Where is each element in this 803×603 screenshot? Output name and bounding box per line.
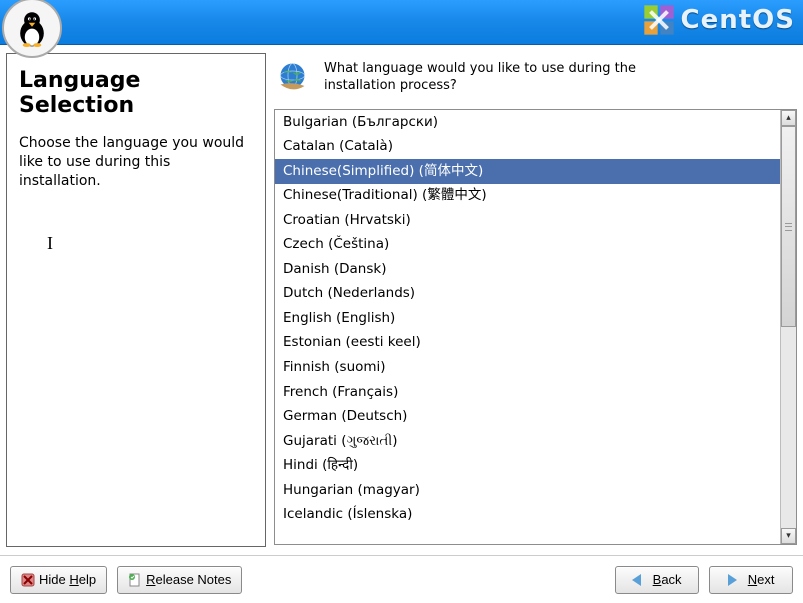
centos-logo-icon xyxy=(643,4,675,36)
scrollbar[interactable]: ▴ ▾ xyxy=(780,110,796,544)
language-option[interactable]: Dutch (Nederlands) xyxy=(275,282,780,307)
globe-icon xyxy=(276,59,312,95)
brand-area: CentOS xyxy=(643,4,795,36)
language-option[interactable]: Chinese(Traditional) (繁體中文) xyxy=(275,184,780,209)
release-notes-button[interactable]: Release Notes xyxy=(117,566,242,594)
language-option[interactable]: Croatian (Hrvatski) xyxy=(275,208,780,233)
language-option[interactable]: Finnish (suomi) xyxy=(275,355,780,380)
arrow-left-icon xyxy=(632,574,641,586)
scroll-track[interactable] xyxy=(781,126,796,528)
language-option[interactable]: Chinese(Simplified) (简体中文) xyxy=(275,159,780,184)
prompt-row: What language would you like to use duri… xyxy=(274,53,797,109)
arrow-right-icon xyxy=(728,574,737,586)
next-button[interactable]: Next xyxy=(709,566,793,594)
hide-help-icon xyxy=(21,573,35,587)
scroll-down-button[interactable]: ▾ xyxy=(781,528,796,544)
main-content: Language Selection Choose the language y… xyxy=(0,45,803,555)
prompt-text: What language would you like to use duri… xyxy=(324,59,704,95)
language-option[interactable]: Czech (Čeština) xyxy=(275,233,780,258)
language-option[interactable]: Bulgarian (Български) xyxy=(275,110,780,135)
scroll-up-button[interactable]: ▴ xyxy=(781,110,796,126)
penguin-icon xyxy=(11,7,53,49)
text-cursor-caret: I xyxy=(47,233,53,254)
footer-toolbar: Hide Help Release Notes Back Next xyxy=(0,555,803,603)
language-option[interactable]: Icelandic (Íslenska) xyxy=(275,503,780,528)
language-option[interactable]: French (Français) xyxy=(275,380,780,405)
language-option[interactable]: English (English) xyxy=(275,306,780,331)
distro-mascot-badge xyxy=(2,0,62,58)
language-option[interactable]: Gujarati (ગુજરાતી) xyxy=(275,429,780,454)
language-option[interactable]: Estonian (eesti keel) xyxy=(275,331,780,356)
release-notes-icon xyxy=(128,573,142,587)
language-option[interactable]: Hungarian (magyar) xyxy=(275,478,780,503)
language-option[interactable]: Hindi (हिन्दी) xyxy=(275,454,780,479)
scroll-thumb[interactable] xyxy=(781,126,796,327)
language-list[interactable]: Bulgarian (Български)Catalan (Català)Chi… xyxy=(275,110,780,544)
content-panel: What language would you like to use duri… xyxy=(270,45,803,555)
language-option[interactable]: Catalan (Català) xyxy=(275,135,780,160)
header-bar: CentOS xyxy=(0,0,803,45)
help-text: Choose the language you would like to us… xyxy=(19,134,253,191)
language-option[interactable]: German (Deutsch) xyxy=(275,405,780,430)
page-title: Language Selection xyxy=(19,68,253,118)
language-option[interactable]: Danish (Dansk) xyxy=(275,257,780,282)
help-panel: Language Selection Choose the language y… xyxy=(6,53,266,547)
language-list-container: Bulgarian (Български)Catalan (Català)Chi… xyxy=(274,109,797,545)
hide-help-button[interactable]: Hide Help xyxy=(10,566,107,594)
brand-name: CentOS xyxy=(681,5,795,35)
back-button[interactable]: Back xyxy=(615,566,699,594)
